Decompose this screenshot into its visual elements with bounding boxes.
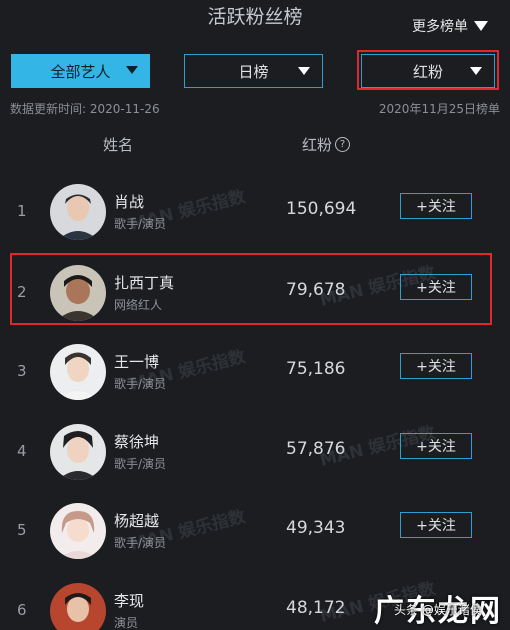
name-column-header: 姓名	[103, 136, 134, 154]
artist-role: 歌手/演员	[114, 217, 167, 231]
artist-filter-label: 全部艺人	[50, 62, 111, 81]
follow-button[interactable]: +关注	[400, 193, 472, 219]
ranking-row[interactable]: 2 扎西丁真 网络红人 79,678 +关注	[0, 264, 510, 324]
artist-role: 歌手/演员	[114, 377, 167, 391]
avatar	[50, 184, 106, 240]
top-header: 活跃粉丝榜 更多榜单	[0, 0, 510, 40]
ranking-row[interactable]: 1 肖战 歌手/演员 150,694 +关注	[0, 183, 510, 243]
ranking-row[interactable]: 3 王一博 歌手/演员 75,186 +关注	[0, 343, 510, 403]
artist-name: 肖战	[114, 193, 145, 211]
list-date: 2020年11月25日榜单	[378, 102, 500, 116]
rank-number: 6	[17, 601, 27, 619]
fans-column-header: 红粉 ?	[302, 134, 351, 155]
follow-button[interactable]: +关注	[400, 433, 472, 459]
artist-role: 歌手/演员	[114, 457, 167, 471]
follow-button[interactable]: +关注	[400, 512, 472, 538]
help-icon[interactable]: ?	[335, 137, 351, 152]
fans-column-label: 红粉	[302, 136, 333, 154]
fan-count: 57,876	[286, 439, 346, 459]
avatar	[50, 583, 106, 630]
fan-count: 49,343	[286, 518, 346, 538]
caret-down-icon	[126, 66, 138, 74]
fan-count: 48,172	[286, 598, 346, 618]
caret-down-icon	[470, 67, 482, 75]
period-filter-dropdown[interactable]: 日榜	[184, 54, 323, 88]
avatar	[50, 344, 106, 400]
metric-filter-label: 红粉	[412, 62, 443, 81]
avatar	[50, 265, 106, 321]
artist-name: 李现	[114, 592, 145, 610]
fan-count: 79,678	[286, 280, 346, 300]
follow-button[interactable]: +关注	[400, 353, 472, 379]
rank-number: 4	[17, 442, 27, 460]
rank-number: 5	[17, 521, 27, 539]
artist-name: 扎西丁真	[114, 274, 175, 292]
fan-count: 150,694	[286, 199, 357, 219]
rank-number: 2	[17, 283, 27, 301]
source-watermark: 头条 @娱乐诸侯	[394, 603, 482, 617]
ranking-row[interactable]: 5 杨超越 歌手/演员 49,343 +关注	[0, 502, 510, 562]
update-time: 数据更新时间: 2020-11-26	[10, 102, 160, 116]
artist-name: 杨超越	[114, 512, 160, 530]
artist-role: 歌手/演员	[114, 536, 167, 550]
artist-role: 演员	[114, 616, 139, 630]
artist-name: 王一博	[114, 353, 160, 371]
rank-number: 3	[17, 362, 27, 380]
artist-role: 网络红人	[114, 298, 163, 312]
avatar	[50, 503, 106, 559]
artist-name: 蔡徐坤	[114, 433, 160, 451]
caret-down-icon	[298, 67, 310, 75]
ranking-row[interactable]: 4 蔡徐坤 歌手/演员 57,876 +关注	[0, 423, 510, 483]
metric-filter-dropdown[interactable]: 红粉	[361, 54, 495, 88]
follow-button[interactable]: +关注	[400, 274, 472, 300]
artist-filter-dropdown[interactable]: 全部艺人	[11, 54, 150, 88]
caret-down-icon	[474, 21, 488, 31]
more-lists-label: 更多榜单	[412, 19, 468, 35]
more-lists-button[interactable]: 更多榜单	[412, 16, 488, 36]
avatar	[50, 424, 106, 480]
rank-number: 1	[17, 202, 27, 220]
fan-count: 75,186	[286, 359, 346, 379]
period-filter-label: 日榜	[238, 62, 269, 81]
